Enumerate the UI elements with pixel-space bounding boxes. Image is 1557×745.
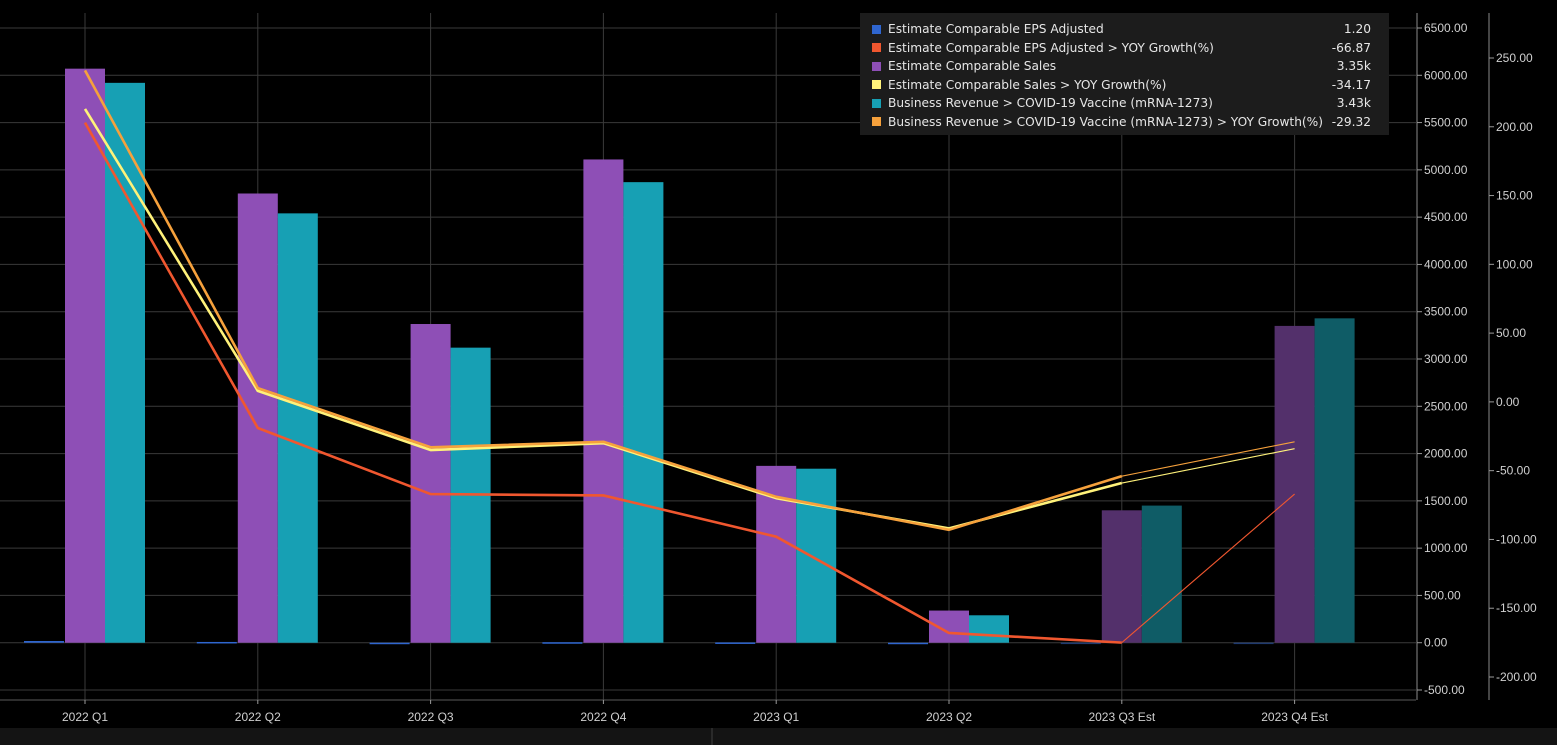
right-axis-tick-label: 0.00 xyxy=(1496,395,1520,409)
legend-value: -29.32 xyxy=(1331,114,1371,129)
right-axis-tick-label: 150.00 xyxy=(1496,189,1533,203)
left-axis-tick-label: 500.00 xyxy=(1424,588,1461,602)
x-axis-tick-label: 2023 Q4 Est xyxy=(1261,710,1328,724)
x-axis-tick-label: 2022 Q4 xyxy=(580,710,626,724)
legend-item[interactable]: Business Revenue > COVID-19 Vaccine (mRN… xyxy=(872,94,1371,113)
x-axis-tick-label: 2023 Q2 xyxy=(926,710,972,724)
bar-revenue xyxy=(1314,318,1355,643)
x-axis-tick-label: 2023 Q1 xyxy=(753,710,799,724)
left-axis-tick-label: 4500.00 xyxy=(1424,210,1468,224)
legend-label: Estimate Comparable EPS Adjusted xyxy=(888,22,1104,37)
x-axis-tick-label: 2023 Q3 Est xyxy=(1088,710,1155,724)
legend-swatch xyxy=(872,24,881,34)
legend-item[interactable]: Estimate Comparable Sales 3.35k xyxy=(872,57,1371,76)
bar-sales xyxy=(237,193,278,643)
legend-label: Business Revenue > COVID-19 Vaccine (mRN… xyxy=(888,96,1213,111)
legend-value: 1.20 xyxy=(1343,22,1371,37)
legend-swatch xyxy=(872,43,881,53)
bar-revenue xyxy=(277,213,318,643)
left-axis-tick-label: 4000.00 xyxy=(1424,257,1468,271)
legend-label: Estimate Comparable Sales > YOY Growth(%… xyxy=(888,77,1167,92)
bottom-panel-strip xyxy=(0,728,1557,745)
bar-sales xyxy=(410,324,451,643)
x-axis-tick-label: 2022 Q1 xyxy=(62,710,108,724)
left-axis-tick-label: 2500.00 xyxy=(1424,399,1468,413)
bar-revenue xyxy=(1141,505,1182,643)
legend-swatch xyxy=(872,117,881,127)
legend-item[interactable]: Business Revenue > COVID-19 Vaccine (mRN… xyxy=(872,113,1371,132)
left-axis-tick-label: 5500.00 xyxy=(1424,116,1468,130)
x-axis-tick-label: 2022 Q3 xyxy=(408,710,454,724)
legend: Estimate Comparable EPS Adjusted 1.20 Es… xyxy=(860,13,1389,135)
left-axis-tick-label: 2000.00 xyxy=(1424,447,1468,461)
left-axis-tick-label: 6500.00 xyxy=(1424,21,1468,35)
right-axis-tick-label: 100.00 xyxy=(1496,257,1533,271)
x-axis-tick-label: 2022 Q2 xyxy=(235,710,281,724)
left-axis-tick-label: 3500.00 xyxy=(1424,305,1468,319)
legend-label: Estimate Comparable Sales xyxy=(888,59,1057,74)
legend-label: Estimate Comparable EPS Adjusted > YOY G… xyxy=(888,40,1214,55)
right-axis-tick-label: 50.00 xyxy=(1496,326,1526,340)
bar-eps xyxy=(369,642,410,645)
right-axis-tick-label: -150.00 xyxy=(1496,601,1537,615)
legend-label: Business Revenue > COVID-19 Vaccine (mRN… xyxy=(888,114,1324,129)
right-axis-tick-label: -50.00 xyxy=(1496,464,1530,478)
left-axis-tick-label: -500.00 xyxy=(1424,683,1465,697)
legend-value: -66.87 xyxy=(1331,40,1371,55)
bar-eps xyxy=(542,642,583,644)
bar-revenue xyxy=(623,182,664,643)
bar-sales xyxy=(65,68,105,643)
left-axis-tick-label: 0.00 xyxy=(1424,636,1448,650)
legend-swatch xyxy=(872,80,881,90)
left-axis-tick-label: 1500.00 xyxy=(1424,494,1468,508)
panel-divider[interactable] xyxy=(711,728,713,745)
legend-value: -34.17 xyxy=(1331,77,1371,92)
legend-swatch xyxy=(872,98,881,108)
bar-eps xyxy=(1233,642,1274,645)
bar-sales xyxy=(1101,510,1142,643)
left-axis-tick-label: 6000.00 xyxy=(1424,68,1468,82)
legend-value: 3.35k xyxy=(1336,59,1371,74)
bar-revenue xyxy=(969,615,1009,643)
legend-value: 3.43k xyxy=(1336,96,1371,111)
bars xyxy=(24,68,1355,645)
legend-item[interactable]: Estimate Comparable Sales > YOY Growth(%… xyxy=(872,76,1371,95)
left-axis-tick-label: 1000.00 xyxy=(1424,541,1468,555)
right-axis-tick-label: 200.00 xyxy=(1496,120,1533,134)
series-line-estimate xyxy=(1121,441,1295,477)
right-axis-tick-label: 250.00 xyxy=(1496,51,1533,65)
bar-eps xyxy=(715,642,756,644)
right-axis-tick-label: -200.00 xyxy=(1496,670,1537,684)
left-axis-tick-label: 5000.00 xyxy=(1424,163,1468,177)
right-axis-tick-label: -100.00 xyxy=(1496,532,1537,546)
bar-eps xyxy=(24,641,64,643)
legend-item[interactable]: Estimate Comparable EPS Adjusted 1.20 xyxy=(872,20,1371,39)
bar-revenue xyxy=(796,468,837,643)
legend-item[interactable]: Estimate Comparable EPS Adjusted > YOY G… xyxy=(872,39,1371,58)
legend-swatch xyxy=(872,61,881,71)
bar-eps xyxy=(888,642,928,645)
left-axis-tick-label: 3000.00 xyxy=(1424,352,1468,366)
bar-sales xyxy=(583,159,624,643)
bar-eps xyxy=(196,641,237,644)
bar-sales xyxy=(1274,325,1315,643)
bar-eps xyxy=(1060,642,1101,645)
